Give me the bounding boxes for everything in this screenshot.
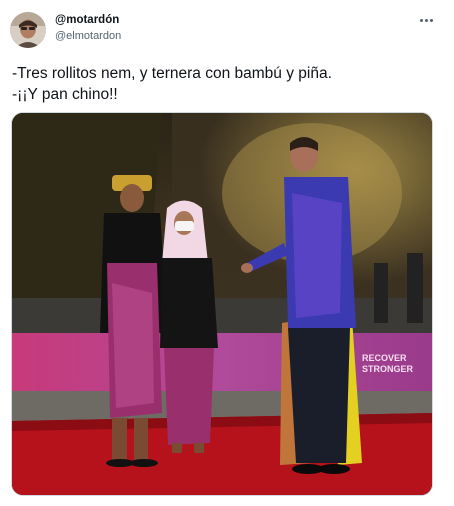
- avatar-image: [10, 12, 46, 48]
- more-options-icon[interactable]: [418, 12, 434, 28]
- tweet-media-photo[interactable]: RECOVER STRONGER: [11, 112, 433, 496]
- tweet-text: -Tres rollitos nem, y ternera con bambú …: [12, 63, 442, 105]
- dot: [424, 18, 428, 22]
- dot: [429, 18, 433, 22]
- banner-text-1: RECOVER: [362, 353, 407, 363]
- author-handle[interactable]: @elmotardon: [55, 30, 121, 42]
- banner-text-2: STRONGER: [362, 364, 414, 374]
- dot: [419, 18, 423, 22]
- avatar[interactable]: [10, 12, 46, 48]
- photo-scene: RECOVER STRONGER: [12, 113, 432, 495]
- tweet-text-line: -Tres rollitos nem, y ternera con bambú …: [12, 65, 332, 82]
- tweet-text-line: -¡¡Y pan chino!!: [12, 86, 118, 103]
- tweet-card: @motardón @elmotardon -Tres rollitos nem…: [0, 0, 454, 506]
- author-display-name[interactable]: @motardón: [55, 14, 119, 26]
